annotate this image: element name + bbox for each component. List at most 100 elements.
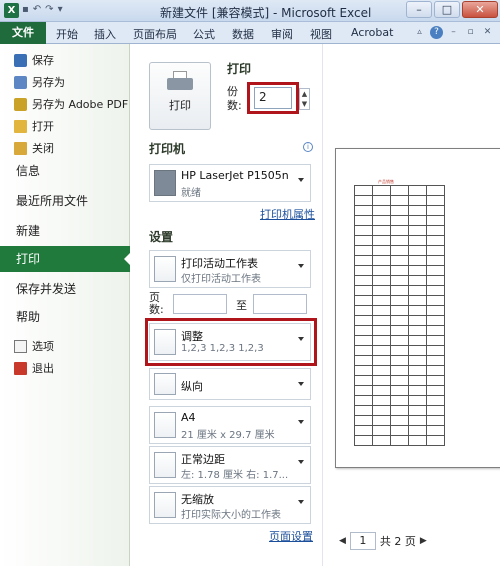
preview-table-cell [372, 185, 391, 196]
save-icon[interactable]: ▪ [22, 4, 29, 15]
preview-table-cell [408, 215, 427, 226]
sidebar-item-help[interactable]: 帮助 [0, 304, 130, 330]
print-button[interactable]: 打印 [149, 62, 211, 130]
redo-icon[interactable]: ↷ [45, 4, 53, 15]
open-folder-icon [14, 119, 27, 133]
preview-table-cell [408, 185, 427, 196]
margins-dropdown[interactable]: 正常边距 左: 1.78 厘米 右: 1.7... [149, 446, 311, 484]
printer-dropdown[interactable]: HP LaserJet P1505n 就绪 [149, 164, 311, 202]
margins-icon [154, 452, 176, 478]
preview-table-cell [408, 235, 427, 246]
sidebar-item-recent[interactable]: 最近所用文件 [0, 188, 130, 214]
preview-table-cell [426, 285, 445, 296]
maximize-button[interactable]: □ [434, 1, 460, 18]
preview-table-cell [354, 245, 373, 256]
copies-stepper[interactable]: ▲ ▼ [299, 88, 310, 110]
preview-table-cell [426, 435, 445, 446]
minimize-ribbon-icon[interactable]: ▵ [413, 26, 426, 39]
preview-table-cell [372, 225, 391, 236]
paper-size-icon [154, 412, 176, 438]
previous-page-icon[interactable]: ◀ [339, 536, 346, 546]
exit-icon [14, 361, 27, 375]
copies-highlight-box [247, 82, 299, 114]
info-icon[interactable]: i [303, 142, 313, 152]
preview-table-cell [354, 405, 373, 416]
minimize-button[interactable]: – [406, 1, 432, 18]
preview-table-cell [390, 195, 409, 206]
print-heading: 打印 [227, 62, 252, 76]
preview-table-row [354, 215, 445, 226]
preview-table-cell [372, 335, 391, 346]
preview-page: 产品销售 [335, 148, 500, 468]
help-icon[interactable]: ? [430, 26, 443, 39]
preview-table-cell [354, 275, 373, 286]
preview-table-cell [408, 295, 427, 306]
preview-table-cell [426, 335, 445, 346]
page-setup-link[interactable]: 页面设置 [269, 528, 313, 544]
sidebar-item-new[interactable]: 新建 [0, 218, 130, 244]
page-navigator: ◀ 1 共 2 页 ▶ [339, 532, 427, 550]
preview-table-cell [372, 365, 391, 376]
preview-table-cell [408, 195, 427, 206]
printer-properties-link[interactable]: 打印机属性 [260, 206, 315, 222]
pages-to-input[interactable] [253, 294, 307, 314]
open-command[interactable]: 打开 [14, 118, 54, 134]
ribbon-tabs: 文件 开始 插入 页面布局 公式 数据 审阅 视图 Acrobat ▵ ? – … [0, 22, 500, 44]
preview-table-cell [372, 255, 391, 266]
preview-table-cell [390, 215, 409, 226]
tab-review[interactable]: 审阅 [271, 26, 293, 42]
preview-table-cell [354, 225, 373, 236]
preview-table-cell [390, 295, 409, 306]
preview-table-cell [390, 405, 409, 416]
next-page-icon[interactable]: ▶ [420, 536, 427, 546]
preview-table-cell [426, 235, 445, 246]
undo-icon[interactable]: ↶ [33, 4, 41, 15]
preview-table-cell [426, 305, 445, 316]
preview-table-row [354, 285, 445, 296]
tab-home[interactable]: 开始 [56, 26, 78, 42]
preview-table-cell [372, 435, 391, 446]
close-command[interactable]: 关闭 [14, 140, 54, 156]
preview-table-row [354, 375, 445, 386]
tab-insert[interactable]: 插入 [94, 26, 116, 42]
tab-formulas[interactable]: 公式 [193, 26, 215, 42]
customize-qat-icon[interactable]: ▾ [58, 4, 63, 15]
preview-table-cell [390, 325, 409, 336]
preview-table-row [354, 315, 445, 326]
tab-page-layout[interactable]: 页面布局 [133, 26, 177, 42]
sidebar-item-save-send[interactable]: 保存并发送 [0, 276, 130, 302]
preview-table-cell [408, 365, 427, 376]
scaling-dropdown[interactable]: 无缩放 打印实际大小的工作表 [149, 486, 311, 524]
printer-heading: 打印机 [149, 142, 186, 156]
orientation-dropdown[interactable]: 纵向 [149, 368, 311, 400]
preview-table-cell [372, 305, 391, 316]
preview-table-row [354, 345, 445, 356]
sidebar-item-info[interactable]: 信息 [0, 158, 130, 184]
save-command[interactable]: 保存 [14, 52, 54, 68]
tab-data[interactable]: 数据 [232, 26, 254, 42]
sidebar-item-print[interactable]: 打印 [0, 246, 131, 272]
preview-table-cell [354, 435, 373, 446]
preview-table-row [354, 235, 445, 246]
tab-acrobat[interactable]: Acrobat [351, 26, 393, 39]
options-command[interactable]: 选项 [14, 338, 54, 354]
preview-table-cell [372, 215, 391, 226]
workbook-restore-icon[interactable]: ▫ [464, 26, 477, 39]
exit-command[interactable]: 退出 [14, 360, 54, 376]
tab-file[interactable]: 文件 [0, 22, 46, 44]
preview-table [354, 185, 445, 446]
workbook-close-icon[interactable]: ✕ [481, 26, 494, 39]
save-as-pdf-command[interactable]: 另存为 Adobe PDF [14, 96, 128, 112]
workbook-minimize-icon[interactable]: – [447, 26, 460, 39]
close-button[interactable]: ✕ [462, 1, 498, 18]
print-scope-dropdown[interactable]: 打印活动工作表 仅打印活动工作表 [149, 250, 311, 288]
paper-size-dropdown[interactable]: A4 21 厘米 x 29.7 厘米 [149, 406, 311, 444]
save-as-command[interactable]: 另存为 [14, 74, 65, 90]
preview-table-cell [372, 265, 391, 276]
preview-table-cell [408, 205, 427, 216]
save-icon [14, 53, 27, 67]
tab-view[interactable]: 视图 [310, 26, 332, 42]
excel-app-icon[interactable]: X [4, 3, 19, 18]
pages-from-input[interactable] [173, 294, 227, 314]
current-page-input[interactable]: 1 [349, 532, 376, 550]
